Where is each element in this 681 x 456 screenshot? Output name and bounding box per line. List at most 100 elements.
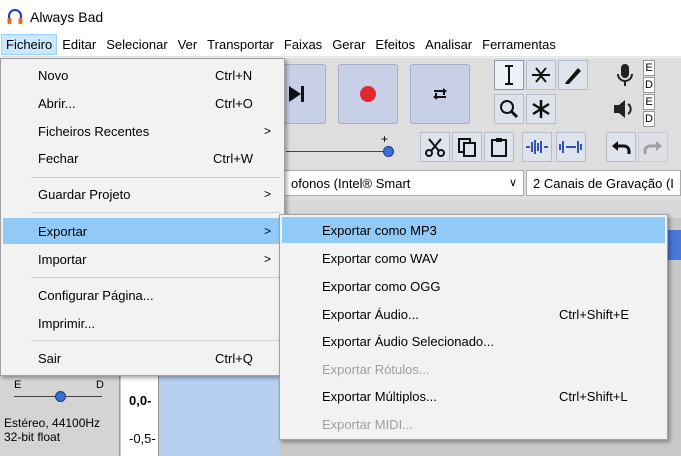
play-meter-right-label: D <box>643 111 655 127</box>
menu-editar[interactable]: Editar <box>57 34 101 55</box>
menu-item-label: Exportar Múltiplos... <box>322 388 437 404</box>
file-menu-imprimir[interactable]: Imprimir... <box>3 310 282 336</box>
chevron-right-icon: > <box>264 124 272 138</box>
menu-item-shortcut: Ctrl+N <box>215 67 253 83</box>
scissors-icon <box>425 138 445 157</box>
menu-analisar[interactable]: Analisar <box>420 34 477 55</box>
recording-channels-value: 2 Canais de Gravação (I <box>533 175 674 191</box>
file-menu-abrir[interactable]: Abrir... Ctrl+O <box>3 90 282 116</box>
menu-item-label: Exportar como OGG <box>322 278 441 294</box>
amplitude-scale: 0,0- -0,5- <box>121 373 159 456</box>
file-menu-ficheiros-recentes[interactable]: Ficheiros Recentes > <box>3 118 282 144</box>
menu-ficheiro[interactable]: Ficheiro <box>1 34 58 55</box>
menu-ver[interactable]: Ver <box>173 34 203 55</box>
asterisk-icon <box>532 100 550 118</box>
export-menu-mp3[interactable]: Exportar como MP3 <box>282 217 665 243</box>
scale-top-label: 0,0- <box>129 393 152 408</box>
track-control-panel: E D Estéreo, 44100Hz 32-bit float <box>0 373 120 456</box>
i-beam-icon <box>505 65 513 85</box>
microphone-icon <box>617 64 633 86</box>
file-menu-novo[interactable]: Novo Ctrl+N <box>3 62 282 88</box>
menu-separator <box>31 277 280 278</box>
menu-item-shortcut: Ctrl+Shift+E <box>559 306 630 322</box>
menu-item-label: Ficheiros Recentes <box>38 123 150 139</box>
menu-item-label: Imprimir... <box>38 315 96 331</box>
export-menu-ogg[interactable]: Exportar como OGG <box>282 273 665 299</box>
clipboard-icon <box>491 138 507 157</box>
title-bar: Always Bad <box>0 0 681 33</box>
menu-item-label: Exportar MIDI... <box>322 416 414 432</box>
menu-transportar[interactable]: Transportar <box>202 34 279 55</box>
export-menu-wav[interactable]: Exportar como WAV <box>282 245 665 271</box>
menu-item-label: Importar <box>38 251 87 267</box>
multi-tool[interactable] <box>526 94 556 124</box>
file-menu-exportar[interactable]: Exportar > <box>3 218 282 244</box>
skip-end-icon <box>289 86 304 102</box>
track-format-line1: Estéreo, 44100Hz <box>4 416 101 430</box>
file-menu-fechar[interactable]: Fechar Ctrl+W <box>3 145 282 171</box>
play-meter-left-label: E <box>643 94 655 110</box>
menu-item-shortcut: Ctrl+O <box>215 95 253 111</box>
playback-slider-knob[interactable] <box>383 146 394 157</box>
redo-button[interactable] <box>638 132 668 162</box>
record-meter-right-label: D <box>643 77 655 93</box>
file-menu-sair[interactable]: Sair Ctrl+Q <box>3 345 282 371</box>
silence-audio-icon <box>559 141 582 153</box>
menu-efeitos[interactable]: Efeitos <box>370 34 420 55</box>
menu-gerar[interactable]: Gerar <box>327 34 370 55</box>
envelope-icon <box>532 67 550 83</box>
window-title: Always Bad <box>30 8 104 25</box>
menu-ferramentas[interactable]: Ferramentas <box>477 34 561 55</box>
menu-item-label: Exportar Áudio... <box>322 306 419 322</box>
loop-icon <box>433 88 447 100</box>
loop-button[interactable] <box>410 64 470 124</box>
export-menu-audio[interactable]: Exportar Áudio... Ctrl+Shift+E <box>282 301 665 327</box>
paste-button[interactable] <box>484 132 514 162</box>
draw-tool[interactable] <box>558 60 588 90</box>
file-menu-configurar-pagina[interactable]: Configurar Página... <box>3 282 282 308</box>
export-menu-midi: Exportar MIDI... <box>282 411 665 437</box>
record-meter-left-label: E <box>643 60 655 76</box>
chevron-right-icon: > <box>264 252 272 266</box>
menu-item-label: Exportar Áudio Selecionado... <box>322 333 494 349</box>
chevron-right-icon: > <box>264 187 272 201</box>
export-menu-multiple[interactable]: Exportar Múltiplos... Ctrl+Shift+L <box>282 383 665 409</box>
file-menu-guardar-projeto[interactable]: Guardar Projeto > <box>3 181 282 207</box>
zoom-tool[interactable] <box>494 94 524 124</box>
menu-separator <box>31 177 280 178</box>
menu-item-label: Guardar Projeto <box>38 186 131 202</box>
recording-channels-dropdown[interactable]: 2 Canais de Gravação (I <box>526 170 681 196</box>
trim-audio-icon <box>526 140 548 154</box>
menu-item-shortcut: Ctrl+Shift+L <box>559 388 628 404</box>
magnifier-icon <box>500 100 519 119</box>
pan-slider-knob[interactable] <box>55 391 66 402</box>
selection-tool[interactable] <box>494 60 524 90</box>
scale-bottom-label: -0,5- <box>129 431 156 446</box>
record-button[interactable] <box>338 64 398 124</box>
menu-separator <box>31 340 280 341</box>
playback-device-dropdown[interactable]: ofonos (Intel® Smart ∨ <box>284 170 524 196</box>
menu-item-label: Novo <box>38 67 69 83</box>
menu-item-label: Abrir... <box>38 95 76 111</box>
playback-slider-track[interactable] <box>286 151 390 152</box>
redo-icon <box>643 141 662 154</box>
menu-selecionar[interactable]: Selecionar <box>101 34 172 55</box>
menu-item-label: Sair <box>38 350 62 366</box>
export-menu-labels: Exportar Rótulos... <box>282 356 665 382</box>
trim-button[interactable] <box>522 132 552 162</box>
menu-item-shortcut: Ctrl+W <box>213 150 254 166</box>
waveform-region <box>160 373 280 456</box>
export-menu-selected-audio[interactable]: Exportar Áudio Selecionado... <box>282 328 665 354</box>
cut-button[interactable] <box>420 132 450 162</box>
menu-faixas[interactable]: Faixas <box>279 34 327 55</box>
playback-device-value: ofonos (Intel® Smart <box>291 175 411 191</box>
undo-button[interactable] <box>606 132 636 162</box>
file-menu-importar[interactable]: Importar > <box>3 246 282 272</box>
speaker-icon <box>614 100 632 118</box>
export-submenu: Exportar como MP3 Exportar como WAV Expo… <box>279 214 668 440</box>
pencil-icon <box>565 68 581 84</box>
envelope-tool[interactable] <box>526 60 556 90</box>
copy-button[interactable] <box>452 132 482 162</box>
pan-right-label: D <box>96 379 104 391</box>
silence-button[interactable] <box>556 132 586 162</box>
